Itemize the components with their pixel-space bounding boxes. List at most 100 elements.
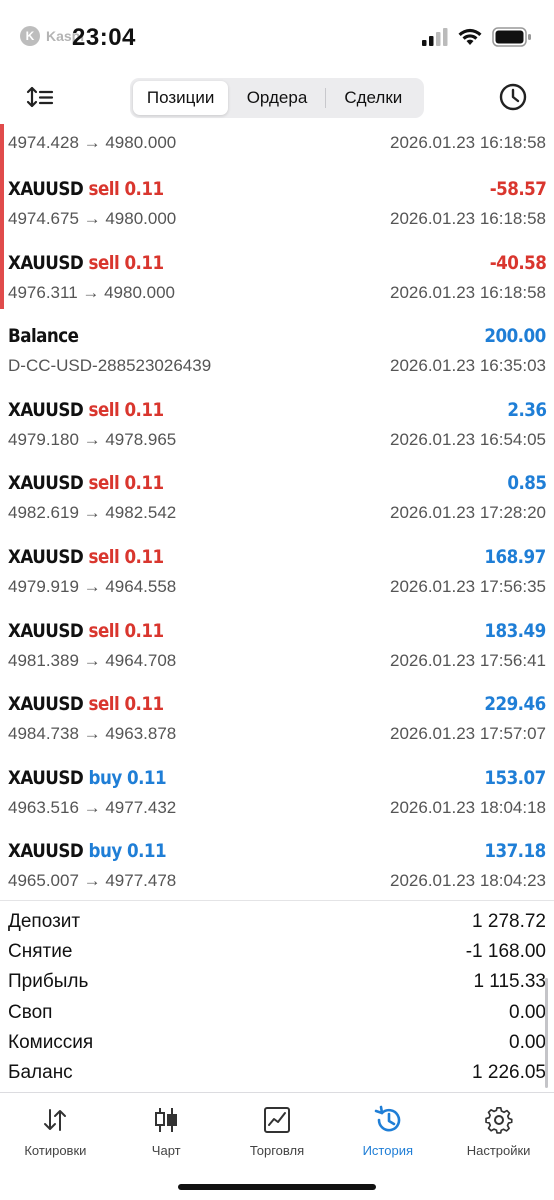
deal-prices: 4984.738 → 4963.878	[8, 724, 177, 744]
deal-symbol-line: XAUUSD sell 0.11	[8, 546, 164, 568]
deal-symbol-line: XAUUSD sell 0.11	[8, 178, 164, 200]
battery-icon	[492, 27, 531, 47]
deal-symbol-line: XAUUSD buy 0.11	[8, 767, 167, 789]
deal-time: 2026.01.23 16:18:58	[390, 282, 546, 302]
list-item[interactable]: XAUUSD buy 0.11 153.07 4963.516 → 4977.4…	[0, 751, 554, 825]
candlestick-chart-icon	[155, 1108, 178, 1132]
list-item[interactable]: 4974.428 → 4980.000 2026.01.23 16:18:58	[0, 124, 554, 162]
deal-time: 2026.01.23 17:56:41	[390, 650, 546, 670]
list-item[interactable]: XAUUSD buy 0.11 137.18 4965.007 → 4977.4…	[0, 824, 554, 898]
history-segmented-control: Позиции Ордера Сделки	[130, 78, 424, 118]
summary-value: 1 226.05	[472, 1062, 546, 1084]
deal-symbol: XAUUSD	[8, 178, 84, 200]
tab-label: История	[362, 1143, 413, 1158]
clock-icon	[499, 83, 527, 111]
summary-label: Прибыль	[8, 971, 89, 993]
deal-time: 2026.01.23 17:56:35	[390, 576, 546, 596]
deal-symbol-line: XAUUSD sell 0.11	[8, 252, 164, 274]
deal-time: 2026.01.23 18:04:18	[390, 797, 546, 817]
scroll-indicator[interactable]	[545, 978, 548, 1088]
deal-side: buy 0.11	[88, 840, 167, 863]
deal-prices: 4979.180 → 4978.965	[8, 429, 177, 449]
deal-time: 2026.01.23 17:28:20	[390, 503, 546, 523]
deal-prices: 4974.675 → 4980.000	[8, 209, 177, 228]
deal-symbol-line: XAUUSD sell 0.11	[8, 693, 164, 715]
deal-time: 2026.01.23 16:18:58	[390, 209, 546, 228]
status-bar: K Kaspi 23:04	[0, 0, 554, 72]
sort-button[interactable]	[26, 84, 56, 112]
deal-symbol: XAUUSD	[8, 251, 84, 274]
deal-symbol-line: XAUUSD buy 0.11	[8, 840, 167, 863]
deal-prices: 4982.619 → 4982.542	[8, 503, 177, 523]
list-item[interactable]: XAUUSD sell 0.11 183.49 4981.389 → 4964.…	[0, 604, 554, 678]
wifi-icon	[458, 28, 482, 45]
kaspi-logo-icon: K	[20, 26, 40, 46]
tab-label: Котировки	[24, 1143, 87, 1158]
deal-symbol-line: Balance	[8, 325, 79, 347]
list-item[interactable]: Balance 200.00 D-CC-USD-288523026439 202…	[0, 309, 554, 383]
settings-gear-icon	[484, 1106, 513, 1134]
deals-list: 4974.428 → 4980.000 2026.01.23 16:18:58 …	[0, 124, 554, 898]
deal-time: 2026.01.23 16:18:58	[390, 133, 546, 152]
deal-side: sell 0.11	[88, 251, 165, 274]
deal-prices: 4965.007 → 4977.478	[8, 871, 177, 891]
deal-symbol-line: XAUUSD sell 0.11	[8, 620, 164, 642]
deal-profit: 137.18	[484, 840, 547, 863]
tab-deals[interactable]: Сделки	[326, 81, 421, 115]
summary-label: Комиссия	[8, 1031, 94, 1053]
summary-label: Баланс	[8, 1062, 73, 1084]
list-item[interactable]: XAUUSD sell 0.11 168.97 4979.919 → 4964.…	[0, 530, 554, 604]
deal-side: sell 0.11	[88, 545, 165, 568]
tab-quotes[interactable]: Котировки	[0, 1093, 111, 1200]
cellular-signal-icon	[422, 28, 448, 46]
home-indicator[interactable]	[178, 1184, 376, 1190]
summary-row: Баланс 1 226.05	[0, 1058, 554, 1088]
deal-prices: 4979.919 → 4964.558	[8, 576, 177, 596]
summary-row: Прибыль 1 115.33	[0, 967, 554, 997]
deal-prices: 4976.311 → 4980.000	[8, 282, 175, 302]
deal-profit: 200.00	[484, 325, 547, 348]
deal-time: 2026.01.23 16:35:03	[390, 356, 546, 376]
tab-label: Торговля	[249, 1143, 305, 1158]
tab-label: Чарт	[151, 1143, 181, 1158]
list-item[interactable]: XAUUSD sell 0.11 -58.57 4974.675 → 4980.…	[0, 162, 554, 236]
summary-row: Комиссия 0.00	[0, 1028, 554, 1058]
summary-value: 1 115.33	[473, 971, 546, 993]
list-item[interactable]: XAUUSD sell 0.11 2.36 4979.180 → 4978.96…	[0, 383, 554, 457]
deal-symbol-line: XAUUSD sell 0.11	[8, 472, 164, 494]
status-time: 23:04	[72, 24, 136, 51]
deal-prices: 4981.389 → 4964.708	[8, 650, 177, 670]
trade-chart-icon	[263, 1107, 290, 1133]
tab-orders[interactable]: Ордера	[229, 81, 324, 115]
summary-value: 0.00	[509, 1031, 546, 1053]
sort-icon	[26, 86, 54, 108]
deal-prices: D-CC-USD-288523026439	[8, 356, 212, 376]
summary-row: Снятие -1 168.00	[0, 937, 554, 967]
account-summary: Депозит 1 278.72 Снятие -1 168.00 Прибыль …	[0, 900, 554, 1088]
list-item[interactable]: XAUUSD sell 0.11 0.85 4982.619 → 4982.54…	[0, 456, 554, 530]
deal-time: 2026.01.23 18:04:23	[390, 871, 546, 891]
deal-profit: -40.58	[489, 251, 546, 274]
deal-profit: 183.49	[484, 619, 547, 642]
tab-positions[interactable]: Позиции	[133, 81, 229, 115]
deal-side: sell 0.11	[88, 472, 165, 495]
deal-side: sell 0.11	[88, 398, 165, 421]
quotes-arrows-icon	[44, 1109, 67, 1131]
list-item[interactable]: XAUUSD sell 0.11 229.46 4984.738 → 4963.…	[0, 677, 554, 751]
bottom-tab-bar: Котировки Чарт Торговля История Настройк…	[0, 1092, 554, 1200]
deal-symbol-line: XAUUSD sell 0.11	[8, 399, 164, 421]
deal-symbol: Balance	[8, 325, 79, 348]
deal-symbol: XAUUSD	[8, 398, 84, 421]
summary-row: Депозит 1 278.72	[0, 907, 554, 937]
list-item[interactable]: XAUUSD sell 0.11 -40.58 4976.311 → 4980.…	[0, 235, 554, 310]
deal-side: sell 0.11	[88, 178, 165, 200]
period-button[interactable]	[498, 82, 528, 112]
deal-prices: 4963.516 → 4977.432	[8, 797, 177, 817]
summary-value: 0.00	[509, 1001, 546, 1023]
deal-profit: 0.85	[506, 472, 547, 495]
summary-label: Снятие	[8, 941, 73, 963]
deal-time: 2026.01.23 17:57:07	[390, 724, 546, 744]
tab-settings[interactable]: Настройки	[443, 1093, 554, 1200]
deal-prices: 4974.428 → 4980.000	[8, 133, 177, 152]
deal-side: sell 0.11	[88, 693, 165, 716]
